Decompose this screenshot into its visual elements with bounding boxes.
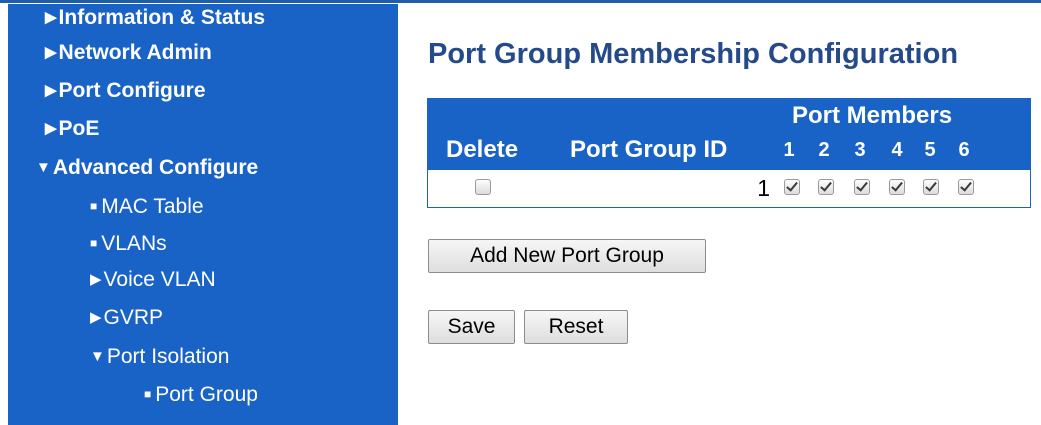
sidebar-item-network-admin[interactable]: ▶Network Admin (45, 41, 212, 65)
bullet-icon: ■ (90, 236, 98, 250)
port-1-member-checkbox[interactable] (784, 179, 800, 195)
sidebar-item-label: Information & Status (58, 6, 266, 29)
sidebar-item-port-group[interactable]: ■ Port Group (144, 383, 258, 407)
sidebar-item-gvrp[interactable]: ▶GVRP (90, 306, 163, 330)
save-button[interactable]: Save (428, 310, 515, 344)
delete-checkbox[interactable] (475, 179, 491, 195)
port-2-header: 2 (818, 139, 830, 161)
port-3-member-checkbox[interactable] (854, 179, 870, 195)
port-group-table: Port Members Delete Port Group ID 1 2 3 … (427, 98, 1031, 208)
sidebar-item-label: PoE (58, 117, 100, 140)
chevron-right-icon: ▶ (45, 120, 57, 137)
delete-header: Delete (446, 136, 519, 163)
chevron-right-icon: ▶ (90, 271, 102, 288)
group-id-cell: 1 (757, 175, 770, 201)
chevron-right-icon: ▶ (45, 82, 57, 99)
sidebar-item-information-status[interactable]: ▶Information & Status (45, 6, 265, 30)
chevron-right-icon: ▶ (90, 309, 102, 326)
port-members-header: Port Members (792, 102, 953, 129)
sidebar-item-label: Port Group (155, 383, 258, 406)
bullet-icon: ■ (144, 387, 152, 401)
port-1-header: 1 (783, 139, 795, 161)
port-5-header: 5 (924, 139, 936, 161)
sidebar-item-port-configure[interactable]: ▶Port Configure (45, 79, 206, 103)
sidebar-item-label: Advanced Configure (52, 156, 259, 179)
sidebar-item-advanced-configure[interactable]: ▼Advanced Configure (36, 156, 258, 180)
table-row: 1 (427, 169, 1031, 208)
page-title: Port Group Membership Configuration (428, 38, 959, 70)
sidebar-item-port-isolation[interactable]: ▼Port Isolation (90, 345, 229, 369)
bullet-icon: ■ (90, 199, 98, 213)
chevron-down-icon: ▼ (36, 159, 51, 176)
port-6-member-checkbox[interactable] (958, 179, 974, 195)
sidebar-item-label: GVRP (103, 306, 164, 329)
port-6-header: 6 (958, 139, 970, 161)
group-id-header: Port Group ID (570, 136, 728, 163)
sidebar-item-label: MAC Table (101, 195, 204, 218)
sidebar-item-vlans[interactable]: ■ VLANs (90, 232, 167, 256)
reset-button[interactable]: Reset (524, 310, 628, 344)
sidebar-nav: ▶Information & Status ▶Network Admin ▶Po… (8, 4, 398, 425)
sidebar-item-label: Voice VLAN (103, 268, 216, 291)
port-5-member-checkbox[interactable] (923, 179, 939, 195)
sidebar-item-label: Network Admin (58, 41, 212, 64)
sidebar-item-label: VLANs (101, 232, 167, 255)
port-3-header: 3 (854, 139, 866, 161)
add-new-port-group-button[interactable]: Add New Port Group (428, 239, 706, 273)
chevron-down-icon: ▼ (90, 348, 105, 365)
port-4-header: 4 (891, 139, 903, 161)
chevron-right-icon: ▶ (45, 44, 57, 61)
port-2-member-checkbox[interactable] (818, 179, 834, 195)
table-header: Port Members Delete Port Group ID 1 2 3 … (427, 98, 1031, 169)
chevron-right-icon: ▶ (45, 9, 57, 26)
port-4-member-checkbox[interactable] (889, 179, 905, 195)
sidebar-item-label: Port Configure (58, 79, 206, 102)
sidebar-item-voice-vlan[interactable]: ▶Voice VLAN (90, 268, 216, 292)
sidebar-item-label: Port Isolation (106, 345, 230, 368)
sidebar-item-mac-table[interactable]: ■ MAC Table (90, 195, 204, 219)
sidebar-item-poe[interactable]: ▶PoE (45, 117, 99, 141)
